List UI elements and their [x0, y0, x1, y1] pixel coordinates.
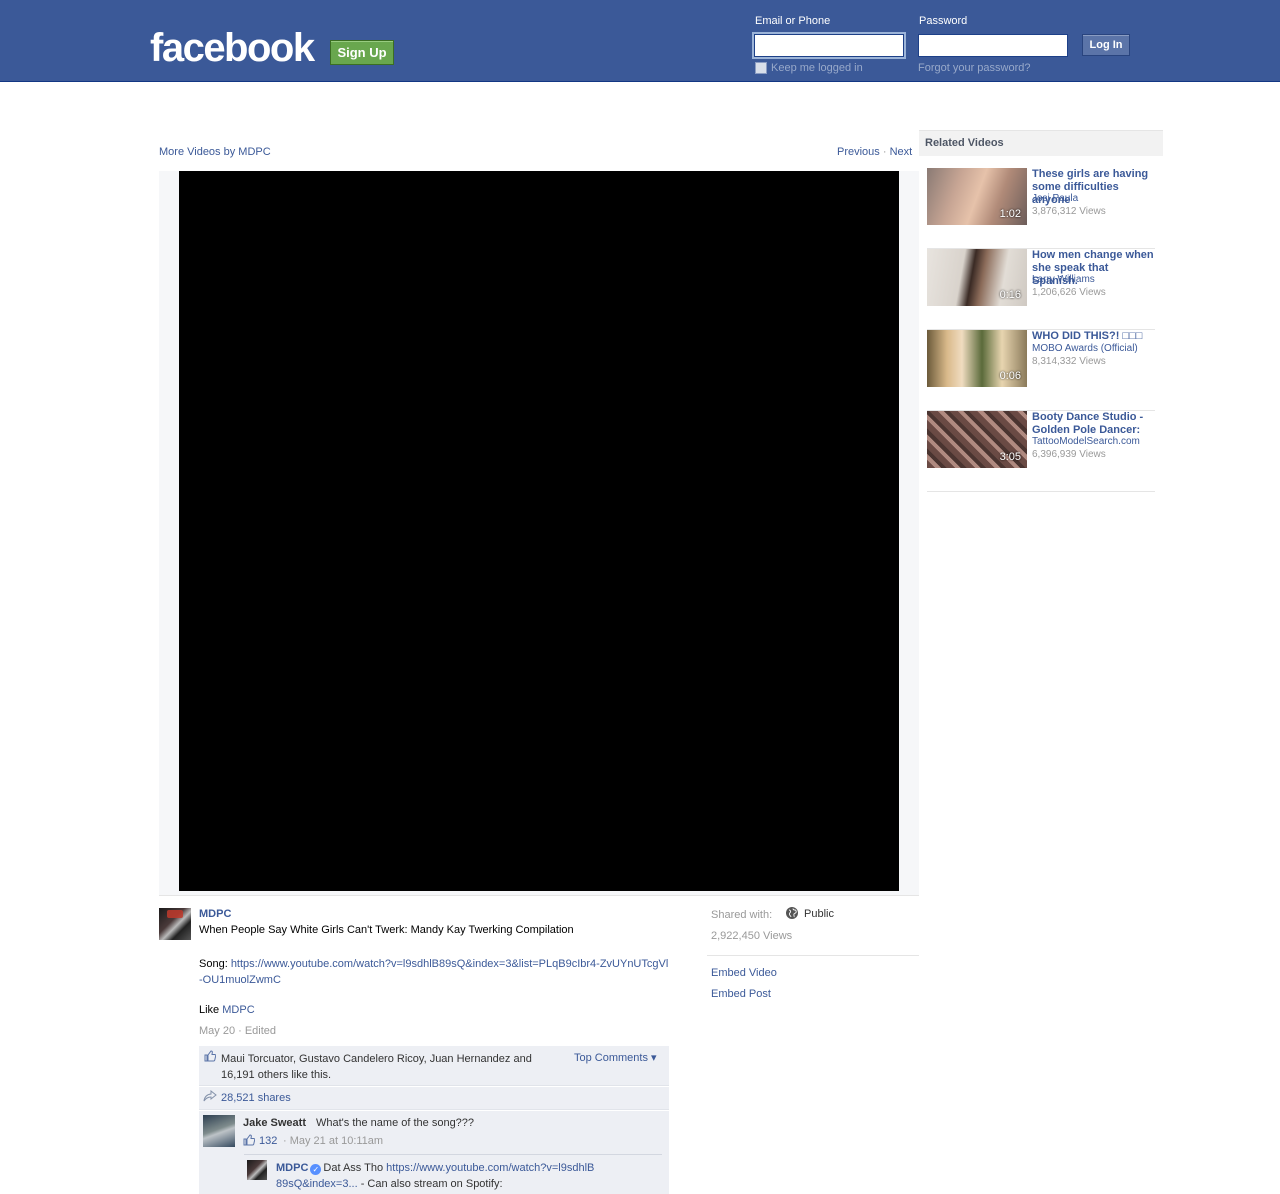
related-video-item[interactable]: 1:02 These girls are having some difficu…	[927, 168, 1155, 249]
verified-badge-icon: ✓	[310, 1164, 322, 1175]
reply-divider	[244, 1154, 662, 1155]
like-page-label: Like	[199, 1004, 223, 1016]
related-video-views: 8,314,332 Views	[1032, 356, 1106, 367]
previous-link[interactable]: Previous	[837, 146, 880, 158]
thumbs-up-icon	[204, 1050, 217, 1065]
reply-avatar[interactable]	[247, 1160, 267, 1180]
info-divider	[707, 955, 919, 956]
video-duration: 0:16	[999, 289, 1021, 301]
video-thumbnail[interactable]: 0:06	[927, 330, 1027, 387]
related-video-author[interactable]: Josi Paula	[1032, 193, 1078, 204]
facebook-logo[interactable]: facebook	[150, 26, 315, 70]
video-duration: 1:02	[999, 208, 1021, 220]
likes-summary: Maui Torcuator, Gustavo Candelero Ricoy,…	[221, 1053, 532, 1081]
password-input[interactable]	[918, 34, 1068, 57]
password-label: Password	[919, 15, 968, 27]
embed-video-link[interactable]: Embed Video	[711, 967, 777, 979]
privacy-value: Public	[804, 908, 834, 920]
keep-logged-in-label[interactable]: Keep me logged in	[771, 62, 863, 74]
video-thumbnail[interactable]: 3:05	[927, 411, 1027, 468]
song-label: Song:	[199, 958, 231, 970]
author-name-link[interactable]: MDPC	[199, 908, 231, 920]
video-pager: Previous · Next	[837, 146, 912, 158]
post-song-line: Song: https://www.youtube.com/watch?v=l9…	[199, 956, 669, 988]
reply-text: MDPC ✓ Dat Ass Tho https://www.youtube.com…	[276, 1160, 596, 1192]
top-bar: facebook Sign Up Email or Phone Password…	[0, 0, 1280, 82]
commenter-avatar[interactable]	[203, 1115, 235, 1147]
globe-icon	[786, 907, 798, 919]
related-videos-title: Related Videos	[925, 137, 1004, 149]
comment-timestamp: · May 21 at 10:11am	[283, 1135, 384, 1147]
email-label: Email or Phone	[755, 15, 831, 27]
reply-author-name[interactable]: MDPC	[276, 1162, 308, 1174]
keep-logged-in-checkbox[interactable]	[755, 62, 767, 74]
sign-up-button[interactable]: Sign Up	[330, 40, 394, 65]
reply-text-after: - Can also stream on Spotify:	[357, 1178, 503, 1190]
commenter-name[interactable]: Jake Sweatt	[243, 1117, 306, 1129]
thumbs-up-icon	[243, 1134, 256, 1149]
author-avatar[interactable]	[159, 908, 191, 940]
like-page-line: Like MDPC	[199, 1004, 255, 1016]
post-timestamp: May 20 · Edited	[199, 1025, 277, 1037]
like-page-link[interactable]: MDPC	[222, 1004, 254, 1016]
comment-item: Jake Sweatt What's the name of the song?…	[199, 1111, 669, 1194]
related-video-author[interactable]: MOBO Awards (Official)	[1032, 343, 1138, 354]
video-duration: 3:05	[999, 451, 1021, 463]
log-in-button[interactable]: Log In	[1082, 34, 1130, 56]
post-title: When People Say White Girls Can't Twerk:…	[199, 924, 574, 936]
related-video-item[interactable]: 3:05 Booty Dance Studio - Golden Pole Da…	[927, 411, 1155, 492]
forgot-password-link[interactable]: Forgot your password?	[918, 62, 1031, 74]
view-count: 2,922,450 Views	[711, 930, 793, 942]
reply-text-before: Dat Ass Tho	[323, 1162, 387, 1174]
embed-post-link[interactable]: Embed Post	[711, 988, 771, 1000]
comment-text: What's the name of the song???	[316, 1117, 475, 1129]
related-video-item[interactable]: 0:06 WHO DID THIS?! □□□ MOBO Awards (Off…	[927, 330, 1155, 411]
video-frame	[159, 171, 919, 896]
related-video-views: 1,206,626 Views	[1032, 287, 1106, 298]
related-video-author[interactable]: Larry Williams	[1032, 274, 1095, 285]
shared-with-label: Shared with:	[711, 909, 773, 921]
video-thumbnail[interactable]: 1:02	[927, 168, 1027, 225]
song-link[interactable]: https://www.youtube.com/watch?v=l9sdhlB8…	[199, 958, 668, 986]
email-input[interactable]	[752, 32, 906, 59]
related-video-title[interactable]: WHO DID THIS?! □□□	[1032, 330, 1156, 343]
video-player[interactable]	[179, 171, 899, 891]
likes-box: Maui Torcuator, Gustavo Candelero Ricoy,…	[199, 1046, 669, 1086]
video-duration: 0:06	[999, 370, 1021, 382]
more-videos-link[interactable]: More Videos by MDPC	[159, 146, 271, 158]
share-arrow-icon	[203, 1089, 217, 1105]
shares-link[interactable]: 28,521 shares	[221, 1092, 291, 1104]
next-link[interactable]: Next	[890, 146, 913, 158]
video-thumbnail[interactable]: 0:16	[927, 249, 1027, 306]
related-video-title[interactable]: Booty Dance Studio - Golden Pole Dancer:	[1032, 411, 1156, 437]
related-video-item[interactable]: 0:16 How men change when she speak that …	[927, 249, 1155, 330]
pager-separator: ·	[882, 146, 887, 158]
related-video-views: 3,876,312 Views	[1032, 206, 1106, 217]
top-comments-dropdown[interactable]: Top Comments ▾	[574, 1051, 657, 1064]
shares-box: 28,521 shares	[199, 1087, 669, 1110]
related-video-author[interactable]: TattooModelSearch.com	[1032, 436, 1140, 447]
related-video-views: 6,396,939 Views	[1032, 449, 1106, 460]
related-videos-header: Related Videos	[919, 130, 1163, 156]
comment-like-count[interactable]: 132	[259, 1135, 277, 1147]
